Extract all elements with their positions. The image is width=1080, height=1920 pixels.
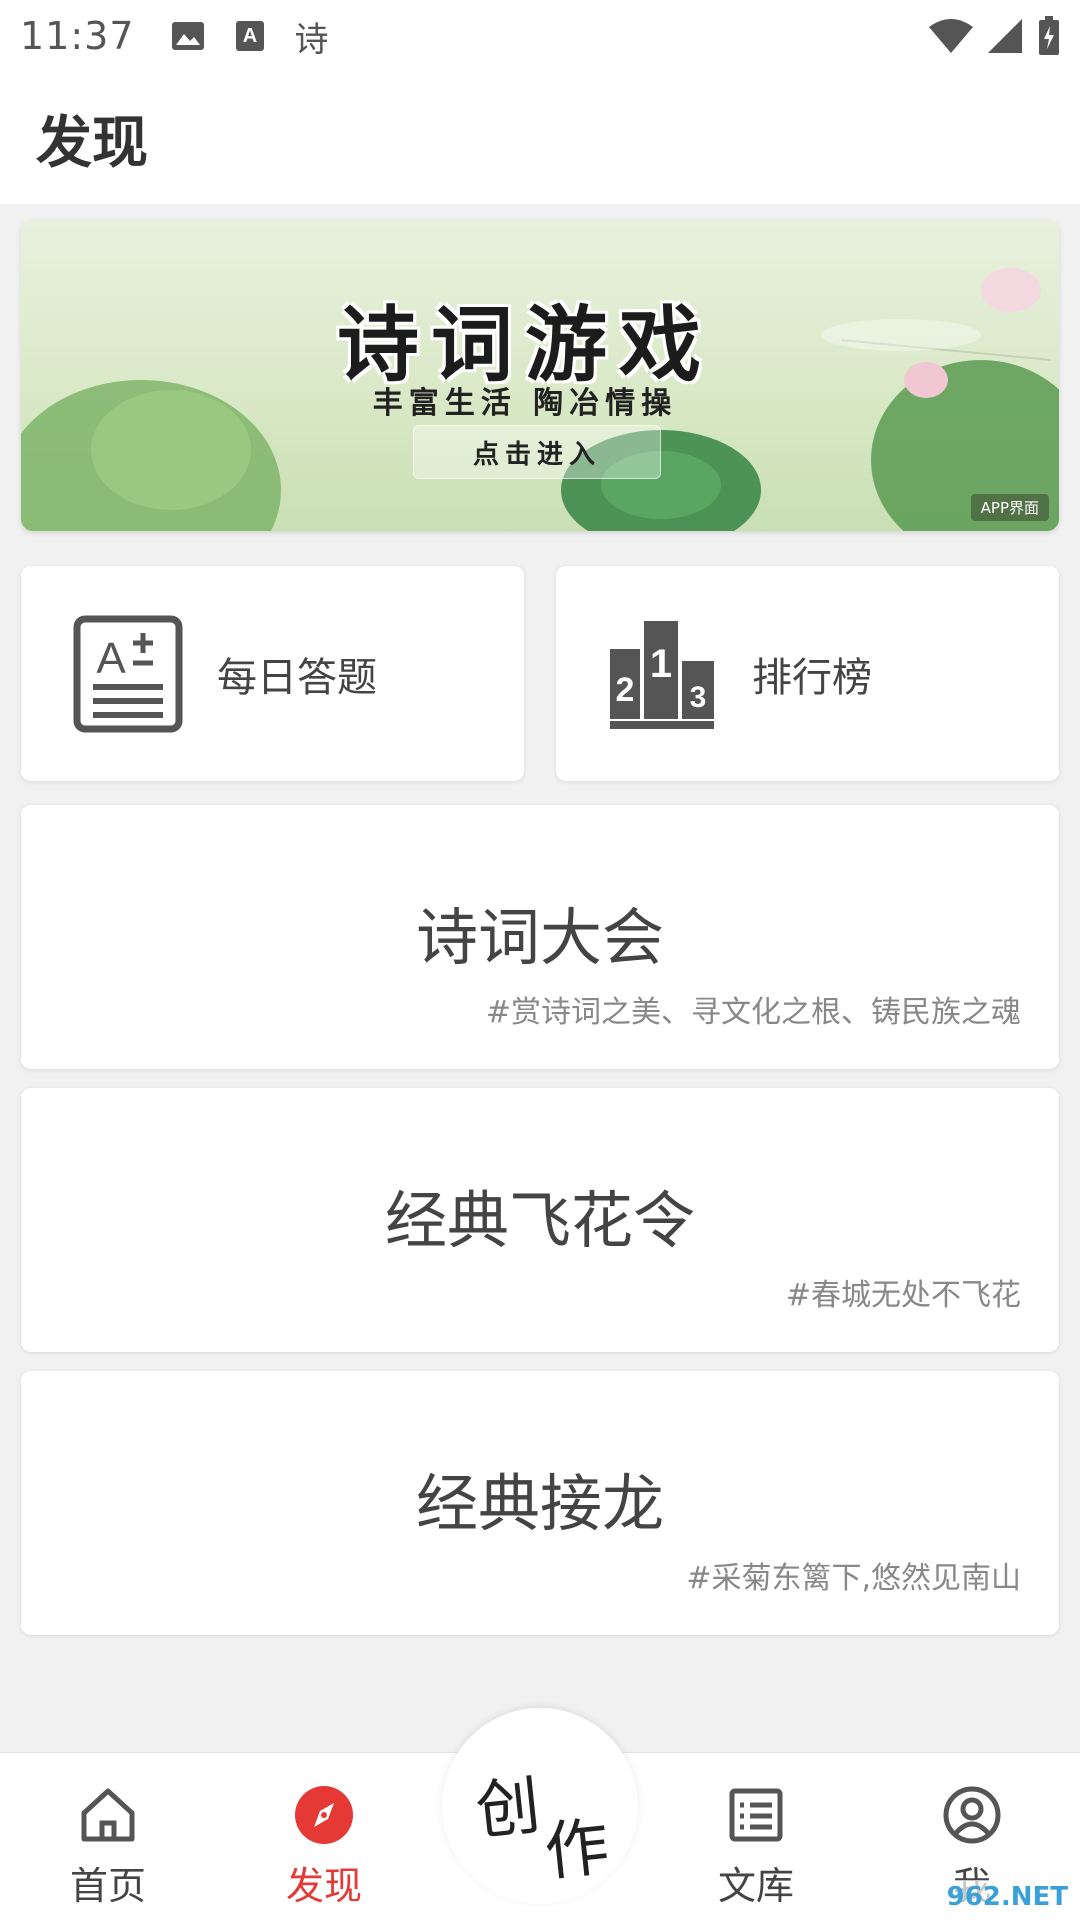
svg-text:2: 2 xyxy=(616,671,635,709)
daily-quiz-card[interactable]: A 每日答题 xyxy=(21,566,524,781)
battery-icon xyxy=(1039,16,1059,55)
leaderboard-label: 排行榜 xyxy=(752,654,872,701)
home-icon xyxy=(81,1788,135,1842)
site-watermark: 962.NET xyxy=(940,1880,1074,1914)
list-icon xyxy=(729,1788,783,1842)
wifi-icon xyxy=(929,19,973,53)
status-time: 11:37 xyxy=(20,14,135,58)
banner-badge: APP界面 xyxy=(970,494,1049,521)
svg-text:1: 1 xyxy=(650,642,672,686)
card-tag: #赏诗词之美、寻文化之根、铸民族之魂 xyxy=(485,995,1021,1030)
banner-enter-button[interactable]: 点击进入 xyxy=(413,425,661,479)
svg-text:3: 3 xyxy=(690,681,707,714)
nav-discover-label: 发现 xyxy=(285,1864,362,1908)
podium-icon: 2 1 3 xyxy=(610,620,714,729)
create-char-1: 创 xyxy=(472,1769,544,1850)
svg-text:A: A xyxy=(242,25,256,47)
app-header: 发现 xyxy=(0,72,1080,204)
nav-home[interactable]: 首页 xyxy=(33,1785,183,1910)
daily-quiz-label: 每日答题 xyxy=(217,654,377,701)
nav-discover[interactable]: 发现 xyxy=(249,1785,399,1910)
image-icon xyxy=(171,22,204,50)
create-char-2: 作 xyxy=(541,1810,613,1891)
signal-icon xyxy=(988,19,1022,53)
compass-icon xyxy=(295,1786,353,1844)
user-icon xyxy=(943,1786,1001,1844)
card-title: 诗词大会 xyxy=(415,901,664,974)
status-system-icons xyxy=(928,16,1060,56)
status-notification-char: 诗 xyxy=(294,19,329,60)
poetry-conference-card[interactable]: 诗词大会 #赏诗词之美、寻文化之根、铸民族之魂 xyxy=(21,805,1059,1069)
status-bar: 11:37 A 诗 xyxy=(0,0,1080,72)
font-icon: A xyxy=(235,21,264,51)
banner-subtitle: 丰富生活 陶冶情操 xyxy=(372,386,678,421)
nav-home-label: 首页 xyxy=(69,1864,146,1908)
create-button[interactable]: 创作 xyxy=(442,1708,638,1904)
status-notification-icons: A 诗 xyxy=(171,12,329,61)
card-tag: #采菊东篱下,悠然见南山 xyxy=(686,1561,1021,1596)
feihualing-card[interactable]: 经典飞花令 #春城无处不飞花 xyxy=(21,1088,1059,1352)
svg-text:A: A xyxy=(96,634,126,683)
poetry-game-banner[interactable]: 诗词游戏 丰富生活 陶冶情操 点击进入 APP界面 xyxy=(21,220,1059,531)
nav-library-label: 文库 xyxy=(717,1864,794,1908)
create-calligraphy: 创作 xyxy=(472,1767,612,1890)
card-tag: #春城无处不飞花 xyxy=(785,1278,1021,1313)
nav-library[interactable]: 文库 xyxy=(681,1785,831,1910)
page-title: 发现 xyxy=(36,110,148,176)
leaderboard-card[interactable]: 2 1 3 排行榜 xyxy=(556,566,1059,781)
quiz-icon: A xyxy=(73,615,183,732)
card-title: 经典接龙 xyxy=(415,1467,664,1540)
card-title: 经典飞花令 xyxy=(384,1184,695,1257)
poem-chain-card[interactable]: 经典接龙 #采菊东篱下,悠然见南山 xyxy=(21,1371,1059,1635)
